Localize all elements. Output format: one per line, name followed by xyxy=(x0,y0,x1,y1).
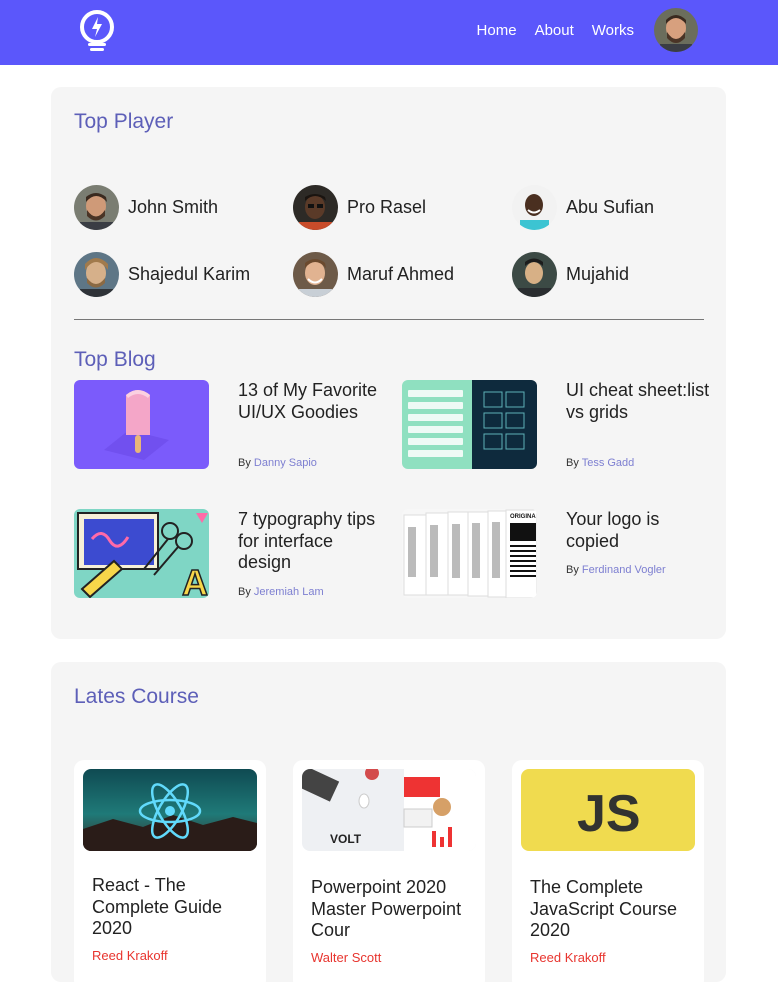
blog-thumbnail xyxy=(402,380,537,469)
blog-byline: By Jeremiah Lam xyxy=(238,586,324,598)
player-item[interactable]: Maruf Ahmed xyxy=(293,252,454,297)
course-card[interactable]: VOLT Powerpoint 2020 Master Powerpoint C… xyxy=(293,760,485,990)
player-item[interactable]: Mujahid xyxy=(512,252,629,297)
blog-title[interactable]: Your logo is copied xyxy=(566,509,711,552)
blog-author-link[interactable]: Tess Gadd xyxy=(582,457,635,469)
player-name: John Smith xyxy=(128,197,219,217)
player-item[interactable]: John Smith xyxy=(74,185,218,230)
by-label: By xyxy=(566,457,579,469)
course-author[interactable]: Reed Krakoff xyxy=(92,948,168,963)
blog-title[interactable]: 7 typography tips for interface design xyxy=(238,509,383,574)
by-label: By xyxy=(566,564,579,576)
player-avatar xyxy=(512,185,557,230)
blog-title[interactable]: 13 of My Favorite UI/UX Goodies xyxy=(238,380,383,423)
section-divider xyxy=(74,319,704,320)
player-name: Maruf Ahmed xyxy=(347,264,455,284)
player-item[interactable]: Pro Rasel xyxy=(293,185,426,230)
top-blog-heading: Top Blog xyxy=(74,348,156,371)
blog-card[interactable]: UI cheat sheet:list vs grids By Tess Gad… xyxy=(402,380,712,480)
player-name: Pro Rasel xyxy=(347,197,427,217)
lightbulb-logo-icon[interactable] xyxy=(78,9,116,53)
nav-home-link[interactable]: Home xyxy=(477,22,517,39)
blog-byline: By Danny Sapio xyxy=(238,457,317,469)
player-name: Abu Sufian xyxy=(566,197,655,217)
player-avatar xyxy=(293,185,338,230)
course-author[interactable]: Walter Scott xyxy=(311,950,381,965)
nav-about-link[interactable]: About xyxy=(535,22,574,39)
blog-author-link[interactable]: Danny Sapio xyxy=(254,457,317,469)
player-item[interactable]: Abu Sufian xyxy=(512,185,654,230)
blog-thumbnail: A xyxy=(74,509,209,598)
blog-byline: By Ferdinand Vogler xyxy=(566,564,666,576)
course-title[interactable]: React - The Complete Guide 2020 xyxy=(92,875,252,940)
player-name: Shajedul Karim xyxy=(128,264,251,284)
nav-works-link[interactable]: Works xyxy=(592,22,634,39)
latest-course-panel: Lates Course React - The Complete Guide … xyxy=(51,662,726,990)
blog-title[interactable]: UI cheat sheet:list vs grids xyxy=(566,380,711,423)
main-nav: Home About Works xyxy=(477,0,698,60)
user-avatar[interactable] xyxy=(654,8,698,52)
top-player-blog-panel: Top Player John Smith Pro Rasel Abu Sufi… xyxy=(51,87,726,639)
top-navbar: Home About Works xyxy=(0,0,778,65)
course-thumbnail: VOLT xyxy=(302,769,476,851)
blog-card[interactable]: ORIGINA Your logo is copied By Ferdinand… xyxy=(402,509,712,609)
player-avatar xyxy=(74,185,119,230)
course-title[interactable]: The Complete JavaScript Course 2020 xyxy=(530,877,690,942)
svg-text:A: A xyxy=(182,562,208,598)
top-player-heading: Top Player xyxy=(74,110,174,133)
by-label: By xyxy=(238,457,251,469)
by-label: By xyxy=(238,586,251,598)
blog-thumbnail: ORIGINA xyxy=(402,509,537,598)
course-title[interactable]: Powerpoint 2020 Master Powerpoint Cour xyxy=(311,877,471,942)
course-thumbnail: JS xyxy=(521,769,695,851)
blog-byline: By Tess Gadd xyxy=(566,457,634,469)
blog-card[interactable]: 13 of My Favorite UI/UX Goodies By Danny… xyxy=(74,380,384,480)
thumb-origina-text: ORIGINA xyxy=(510,514,536,520)
player-avatar xyxy=(512,252,557,297)
course-author[interactable]: Reed Krakoff xyxy=(530,950,606,965)
player-avatar xyxy=(293,252,338,297)
blog-thumbnail xyxy=(74,380,209,469)
thumb-volt-text: VOLT xyxy=(330,832,362,846)
blog-author-link[interactable]: Jeremiah Lam xyxy=(254,586,324,598)
thumb-js-text: JS xyxy=(577,785,641,843)
blog-author-link[interactable]: Ferdinand Vogler xyxy=(582,564,666,576)
course-card[interactable]: JS The Complete JavaScript Course 2020 R… xyxy=(512,760,704,990)
course-card[interactable]: React - The Complete Guide 2020 Reed Kra… xyxy=(74,760,266,990)
blog-card[interactable]: A 7 typography tips for interface design… xyxy=(74,509,384,609)
course-thumbnail xyxy=(83,769,257,851)
latest-course-heading: Lates Course xyxy=(74,685,199,708)
player-name: Mujahid xyxy=(566,264,630,284)
player-avatar xyxy=(74,252,119,297)
player-item[interactable]: Shajedul Karim xyxy=(74,252,250,297)
